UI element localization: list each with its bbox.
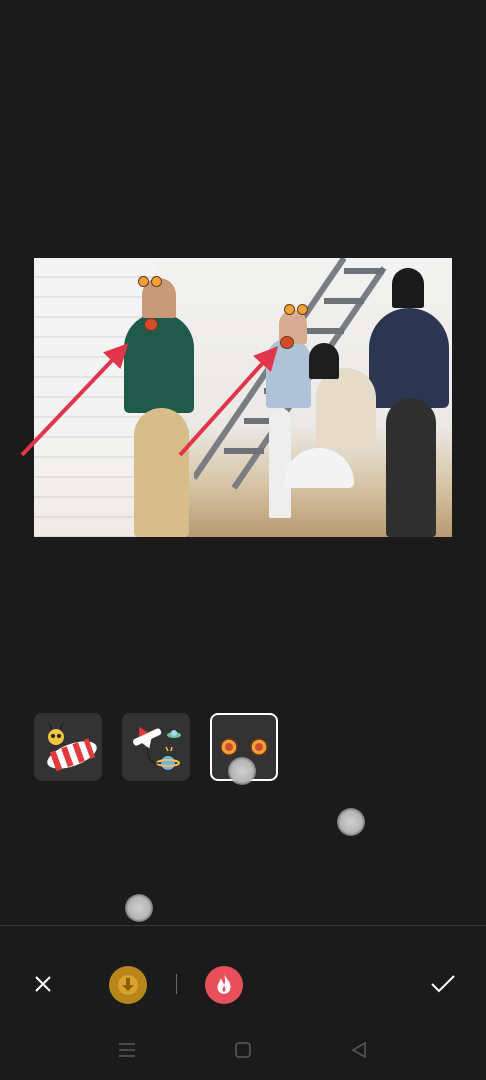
bear-ears-sticker-applied-2[interactable] xyxy=(284,304,308,324)
touch-indicator xyxy=(125,894,153,922)
confirm-button[interactable] xyxy=(428,970,458,998)
sticker-option-alien[interactable] xyxy=(34,713,102,781)
photo-preview[interactable] xyxy=(34,258,452,537)
close-button[interactable] xyxy=(29,970,57,998)
touch-indicator xyxy=(228,757,256,785)
airplane-planet-sticker-icon xyxy=(133,726,181,770)
sticker-option-space[interactable] xyxy=(122,713,190,781)
person-3-head xyxy=(309,343,339,379)
toolbar-separator xyxy=(176,974,177,994)
bear-nose-sticker-applied-2[interactable] xyxy=(274,328,298,349)
person-4-legs xyxy=(386,398,436,537)
nav-menu-button[interactable] xyxy=(115,1040,139,1060)
person-4 xyxy=(369,308,449,408)
person-4-head xyxy=(392,268,424,308)
download-icon xyxy=(118,975,138,995)
check-icon xyxy=(431,975,455,993)
download-button[interactable] xyxy=(109,966,147,1004)
person-2-legs xyxy=(269,408,291,518)
bear-ears-sticker-applied[interactable] xyxy=(138,276,162,296)
nav-home-button[interactable] xyxy=(231,1040,255,1060)
bear-nose-sticker-applied[interactable] xyxy=(138,310,162,331)
person-3 xyxy=(316,368,376,448)
home-icon xyxy=(235,1042,251,1058)
annotation-arrows xyxy=(20,343,279,457)
back-icon xyxy=(351,1041,366,1059)
menu-icon xyxy=(119,1043,135,1057)
toolbar-divider xyxy=(0,925,486,926)
effect-button[interactable] xyxy=(205,966,243,1004)
alien-sausage-sticker-icon xyxy=(47,722,97,772)
person-1-legs xyxy=(134,408,189,537)
nav-back-button[interactable] xyxy=(347,1040,371,1060)
flame-effect-icon xyxy=(217,975,231,994)
touch-indicator xyxy=(337,808,365,836)
close-icon xyxy=(35,976,51,992)
